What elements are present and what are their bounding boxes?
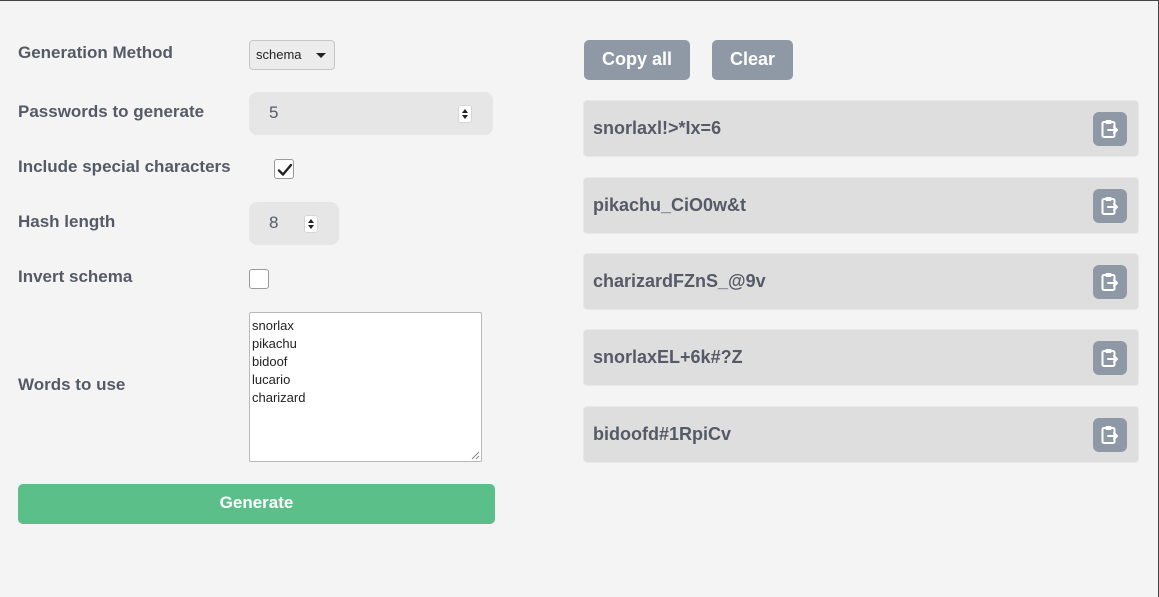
password-text: charizardFZnS_@9v [593,271,766,291]
invert-schema-label: Invert schema [18,267,133,286]
clipboard-copy-icon [1101,426,1118,444]
passwords-count-input[interactable]: 5 [249,92,493,135]
word-line: snorlax [252,318,294,333]
include-special-label: Include special characters [18,157,231,176]
invert-schema-checkbox[interactable] [249,269,269,289]
copy-password-button[interactable] [1093,265,1127,299]
password-text: snorlaxl!>*Ix=6 [593,118,722,138]
hash-length-label: Hash length [18,212,116,231]
password-row: snorlaxEL+6k#?Z [583,329,1139,386]
password-row: pikachu_CiO0w&t [583,177,1139,234]
password-text: snorlaxEL+6k#?Z [593,347,743,367]
clipboard-copy-icon [1101,120,1118,138]
chevron-down-icon [316,53,326,58]
app-frame: Generation Method schema Passwords to ge… [0,0,1159,597]
passwords-count-value: 5 [269,103,279,122]
copy-all-button[interactable]: Copy all [584,40,690,80]
word-line: charizard [252,390,306,405]
clipboard-copy-icon [1101,197,1118,215]
words-label: Words to use [18,375,126,394]
words-textarea[interactable]: snorlax pikachu bidoof lucario charizard [249,312,482,462]
password-row: charizardFZnS_@9v [583,253,1139,310]
word-line: pikachu [252,336,297,351]
clipboard-copy-icon [1101,349,1118,367]
include-special-checkbox[interactable] [274,159,294,179]
password-text: bidoofd#1RpiCv [593,424,731,444]
resize-grip-icon[interactable] [471,451,480,460]
generate-button[interactable]: Generate [18,484,495,524]
generation-method-select[interactable]: schema [249,40,335,70]
clear-button[interactable]: Clear [712,40,793,80]
password-row: bidoofd#1RpiCv [583,406,1139,463]
passwords-count-label: Passwords to generate [18,102,205,121]
passwords-count-stepper[interactable] [458,105,472,123]
hash-length-stepper[interactable] [304,215,318,233]
word-line: bidoof [252,354,288,369]
generation-method-value: schema [256,47,302,62]
password-row: snorlaxl!>*Ix=6 [583,100,1139,157]
clipboard-copy-icon [1101,273,1118,291]
hash-length-value: 8 [269,213,279,232]
copy-password-button[interactable] [1093,341,1127,375]
copy-password-button[interactable] [1093,189,1127,223]
checkmark-icon [277,163,293,176]
copy-password-button[interactable] [1093,418,1127,452]
generation-method-label: Generation Method [18,43,173,62]
word-line: lucario [252,372,291,387]
copy-password-button[interactable] [1093,112,1127,146]
password-text: pikachu_CiO0w&t [593,195,747,215]
hash-length-input[interactable]: 8 [249,202,339,245]
